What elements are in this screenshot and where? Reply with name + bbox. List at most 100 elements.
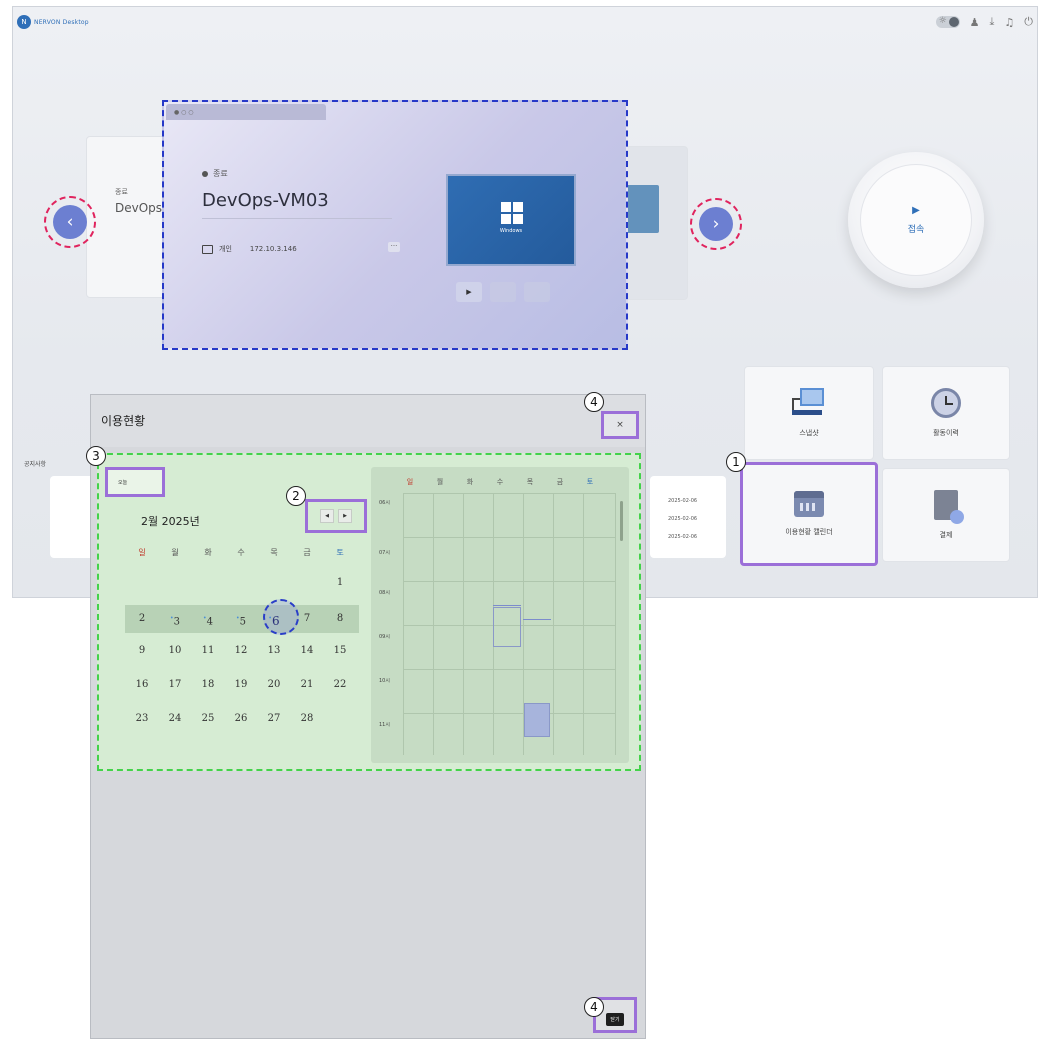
usage-calendar-label: 이용현황 캘린더 xyxy=(785,528,833,536)
calendar-day-label: 1 xyxy=(336,577,344,588)
grid-line xyxy=(403,581,615,582)
calendar-day[interactable]: •3 xyxy=(160,609,190,629)
month-label: 2월 2025년 xyxy=(141,515,200,528)
connect-button[interactable]: ▶ 접속 xyxy=(860,164,972,276)
dialog-header: 이용현황 × xyxy=(91,395,645,447)
calendar-day[interactable]: 18 xyxy=(193,675,223,695)
calendar-day[interactable]: 9 xyxy=(127,641,157,661)
preview-option-button[interactable] xyxy=(490,282,516,302)
usage-event[interactable] xyxy=(493,605,521,606)
weekday-header: 화 xyxy=(204,548,212,557)
app-logo[interactable]: N NERVON Desktop xyxy=(17,15,89,29)
snapshot-tile[interactable]: 스냅샷 xyxy=(744,366,874,460)
vm-preview: Windows xyxy=(446,174,576,266)
calendar-day-label: 19 xyxy=(234,679,248,690)
calendar-day[interactable]: 13 xyxy=(259,641,289,661)
calendar-day[interactable]: 15 xyxy=(325,641,355,661)
callout-marker-1: 1 xyxy=(726,452,746,472)
grid-line xyxy=(553,493,554,755)
weekday-header: 토 xyxy=(336,548,344,557)
calendar-day-label: 6 xyxy=(271,614,280,628)
calendar-day[interactable]: 7 xyxy=(292,609,322,629)
calendar-day-label: 21 xyxy=(300,679,314,690)
notice-label: 공지사항 xyxy=(24,461,47,468)
grid-weekday: 월 xyxy=(436,478,444,486)
calendar-day-label: 13 xyxy=(267,645,281,656)
grid-weekday: 금 xyxy=(556,478,564,486)
vm-name: DevOps-VM03 xyxy=(202,190,329,211)
next-vm-button[interactable]: › xyxy=(699,207,733,241)
calendar-day-label: 27 xyxy=(267,713,281,724)
usage-event[interactable] xyxy=(523,619,551,620)
calendar-day[interactable]: 10 xyxy=(160,641,190,661)
play-icon: ▶ xyxy=(912,205,920,216)
calendar-day[interactable]: •6 xyxy=(259,609,289,629)
callout-marker-4: 4 xyxy=(584,997,604,1017)
usage-calendar-tile[interactable]: 이용현황 캘린더 xyxy=(740,462,878,566)
calendar-day-label: 17 xyxy=(168,679,182,690)
calendar-day[interactable]: 2 xyxy=(127,609,157,629)
next-month-button[interactable]: ▶ xyxy=(338,509,352,523)
calendar-day[interactable]: 1 xyxy=(325,573,355,593)
preview-play-button[interactable]: ▶ xyxy=(456,282,482,302)
prev-month-button[interactable]: ◀ xyxy=(320,509,334,523)
grid-line xyxy=(615,493,616,755)
calendar-day[interactable]: 28 xyxy=(292,709,322,729)
calendar-day[interactable]: 14 xyxy=(292,641,322,661)
calendar-day-label: 24 xyxy=(168,713,182,724)
calendar-day-label: 18 xyxy=(201,679,215,690)
tab-dots: ● ○ ○ xyxy=(174,109,194,116)
calendar-day[interactable]: 11 xyxy=(193,641,223,661)
grid-line xyxy=(403,713,615,714)
calendar-day-label: 3 xyxy=(173,616,180,628)
today-button[interactable]: 오늘 xyxy=(105,467,165,497)
calendar-day-label: 25 xyxy=(201,713,215,724)
calendar-day-label: 8 xyxy=(336,613,344,624)
bell-icon[interactable]: ♫ xyxy=(1004,16,1014,29)
grid-scrollbar[interactable] xyxy=(620,501,623,541)
calendar-day[interactable]: •5 xyxy=(226,609,256,629)
calendar-day[interactable]: 27 xyxy=(259,709,289,729)
calendar-day[interactable]: 22 xyxy=(325,675,355,695)
notice-date: 2025-02-06 xyxy=(668,534,698,540)
callout-marker-3: 3 xyxy=(86,446,106,466)
calendar-day-label: 15 xyxy=(333,645,347,656)
calendar-day[interactable]: 25 xyxy=(193,709,223,729)
logo-text: NERVON Desktop xyxy=(34,18,89,26)
grid-line xyxy=(403,537,615,538)
calendar-day[interactable]: 8 xyxy=(325,609,355,629)
usage-event[interactable] xyxy=(493,607,521,647)
time-label: 11시 xyxy=(379,722,390,728)
calendar-day[interactable]: 17 xyxy=(160,675,190,695)
usage-event[interactable] xyxy=(524,703,550,737)
download-icon[interactable]: ⤓ xyxy=(990,15,995,29)
calendar-day[interactable]: 21 xyxy=(292,675,322,695)
prev-vm-button[interactable]: ‹ xyxy=(53,205,87,239)
calendar-day[interactable]: •4 xyxy=(193,609,223,629)
more-button[interactable]: ··· xyxy=(388,242,400,252)
history-icon xyxy=(931,388,961,418)
user-icon[interactable]: ♟ xyxy=(970,16,980,29)
theme-toggle[interactable]: ☼ xyxy=(935,16,960,28)
payment-tile[interactable]: 결제 xyxy=(882,468,1010,562)
calendar-day[interactable]: 12 xyxy=(226,641,256,661)
sun-icon: ☼ xyxy=(938,16,947,26)
logout-icon[interactable]: ⏻ xyxy=(1024,15,1033,29)
calendar-day[interactable]: 20 xyxy=(259,675,289,695)
calendar-day[interactable]: 23 xyxy=(127,709,157,729)
calendar-area: 오늘 2월 2025년 ◀ ▶ 일 월 화 수 목 금 토 1 2 •3 •4 •5 •6… xyxy=(97,453,641,771)
weekday-header: 일 xyxy=(138,548,146,557)
calendar-day[interactable]: 16 xyxy=(127,675,157,695)
preview-settings-button[interactable] xyxy=(524,282,550,302)
calendar-day-label: 20 xyxy=(267,679,281,690)
close-icon-button[interactable]: × xyxy=(601,411,639,439)
status-dot-icon xyxy=(202,170,208,177)
activity-history-tile[interactable]: 활동이력 xyxy=(882,366,1010,460)
time-label: 10시 xyxy=(379,678,390,684)
grid-line xyxy=(403,493,615,494)
vm-card-current[interactable]: ● ○ ○ 종료 DevOps-VM03 개인 172.10.3.146 ···… xyxy=(162,100,628,350)
calendar-day[interactable]: 24 xyxy=(160,709,190,729)
vm-status-label: 종료 xyxy=(213,169,228,178)
calendar-day[interactable]: 19 xyxy=(226,675,256,695)
calendar-day[interactable]: 26 xyxy=(226,709,256,729)
